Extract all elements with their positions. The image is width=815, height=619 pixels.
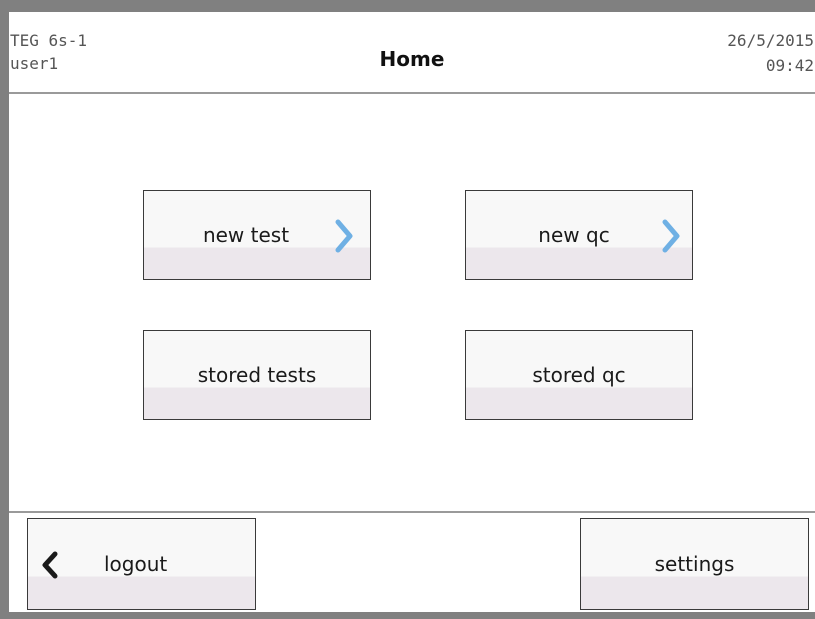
stored-qc-label: stored qc bbox=[532, 363, 626, 387]
settings-label: settings bbox=[654, 552, 735, 576]
device-bezel: TEG 6s-1 user1 Home 26/5/2015 09:42 new … bbox=[0, 0, 815, 619]
stored-tests-label: stored tests bbox=[197, 363, 317, 387]
footer-divider bbox=[9, 511, 815, 513]
time-display: 09:42 bbox=[765, 56, 814, 75]
screen: TEG 6s-1 user1 Home 26/5/2015 09:42 new … bbox=[9, 12, 815, 612]
new-qc-label: new qc bbox=[538, 223, 610, 247]
chevron-right-icon bbox=[335, 219, 353, 253]
page-title: Home bbox=[379, 47, 445, 71]
date-display: 26/5/2015 bbox=[727, 31, 814, 50]
stored-tests-button[interactable]: stored tests bbox=[143, 330, 371, 420]
settings-button[interactable]: settings bbox=[580, 518, 809, 610]
logout-button[interactable]: logout bbox=[27, 518, 256, 610]
stored-qc-button[interactable]: stored qc bbox=[465, 330, 693, 420]
logout-label: logout bbox=[104, 552, 168, 576]
new-qc-button[interactable]: new qc bbox=[465, 190, 693, 280]
chevron-right-icon bbox=[662, 219, 680, 253]
new-test-button[interactable]: new test bbox=[143, 190, 371, 280]
header-bar: TEG 6s-1 user1 Home 26/5/2015 09:42 bbox=[9, 12, 815, 94]
